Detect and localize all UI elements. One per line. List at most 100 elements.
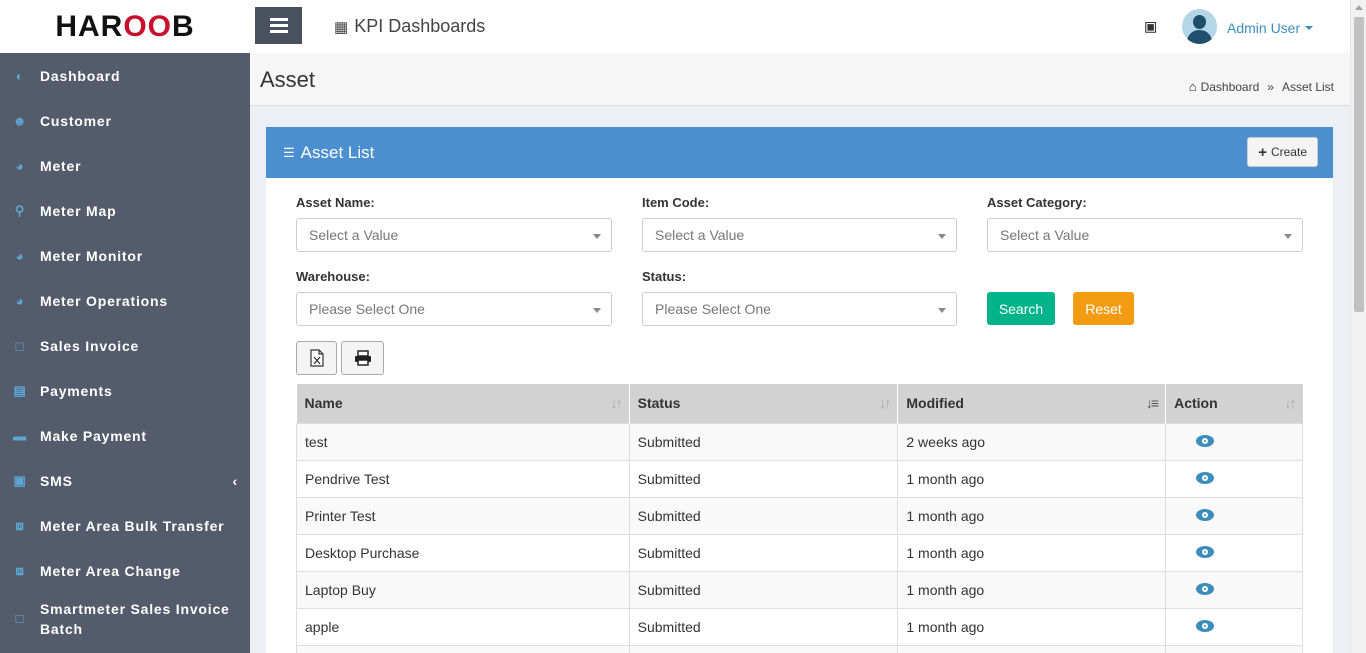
asset-name-placeholder: Select a Value	[309, 227, 399, 243]
cell-name: test	[296, 422, 630, 461]
column-header-status[interactable]: Status ↓↑	[629, 384, 899, 423]
dropdown-arrow-icon	[938, 234, 946, 239]
sidebar-item-label: Payments	[40, 382, 113, 399]
avatar[interactable]	[1182, 9, 1217, 44]
asset-category-select[interactable]: Select a Value	[987, 218, 1303, 252]
cell-status: Submitted	[628, 533, 899, 572]
gauge-icon: ◕	[15, 158, 25, 173]
sidebar-item-meter-area-bulk-transfer[interactable]: ⧈ Meter Area Bulk Transfer	[0, 503, 250, 548]
table-row: Laptop Buy Submitted 1 month ago	[296, 570, 1303, 609]
reset-button[interactable]: Reset	[1073, 292, 1134, 325]
page-scrollbar[interactable]	[1350, 0, 1366, 653]
table-row: Printer Test Submitted 1 month ago	[296, 496, 1303, 535]
sidebar-item-label: Make Payment	[40, 427, 147, 444]
scroll-up-arrow-icon[interactable]	[1355, 5, 1363, 10]
cell-status: Submitted	[628, 422, 899, 461]
sidebar-item-customer[interactable]: ☻ Customer	[0, 98, 250, 143]
excel-icon	[309, 349, 324, 367]
sort-icon: ↓↑	[1284, 395, 1297, 411]
user-name-label: Admin User	[1227, 20, 1301, 36]
asset-name-label: Asset Name:	[296, 195, 375, 210]
view-eye-icon[interactable]	[1196, 434, 1215, 447]
warehouse-select[interactable]: Please Select One	[296, 292, 612, 326]
cell-action	[1165, 422, 1303, 461]
search-button[interactable]: Search	[987, 292, 1055, 325]
sidebar-item-sales-invoice[interactable]: □ Sales Invoice	[0, 323, 250, 368]
sms-icon: ▣	[13, 472, 27, 488]
table-row: apple Submitted 1 month ago	[296, 607, 1303, 646]
warehouse-label: Warehouse:	[296, 269, 370, 284]
sidebar-item-payments[interactable]: ▤ Payments	[0, 368, 250, 413]
cell-action	[1165, 607, 1303, 646]
sidebar: ◐ Dashboard ☻ Customer ◕ Meter ⚲ Meter Map ◕…	[0, 53, 250, 653]
app-title[interactable]: ▦ KPI Dashboards	[334, 16, 485, 37]
cell-action	[1165, 644, 1303, 653]
sidebar-item-label: Meter Monitor	[40, 247, 143, 264]
item-code-label: Item Code:	[642, 195, 710, 210]
sidebar-item-make-payment[interactable]: ▬ Make Payment	[0, 413, 250, 458]
sidebar-item-label: Meter Operations	[40, 292, 168, 309]
sidebar-item-label: Meter Map	[40, 202, 117, 219]
user-icon: ☻	[12, 113, 28, 128]
cell-status: Submitted	[628, 607, 899, 646]
page-title: Asset	[260, 67, 316, 92]
sidebar-item-label: Meter	[40, 157, 82, 174]
export-excel-button[interactable]	[296, 341, 337, 375]
tag-icon[interactable]: ◈	[1135, 12, 1164, 41]
status-select[interactable]: Please Select One	[642, 292, 957, 326]
credit-card-icon: ▬	[13, 428, 27, 443]
asset-list-box: ☰ Asset List + Create Asset Name: Select…	[266, 127, 1333, 653]
column-header-label: Action	[1174, 395, 1218, 412]
item-code-select[interactable]: Select a Value	[642, 218, 957, 252]
view-eye-icon[interactable]	[1196, 582, 1215, 595]
box-header: ☰ Asset List + Create	[266, 127, 1333, 178]
cell-action	[1165, 533, 1303, 572]
sort-desc-icon: ↓≡	[1145, 395, 1159, 411]
view-eye-icon[interactable]	[1196, 545, 1215, 558]
view-eye-icon[interactable]	[1196, 508, 1215, 521]
sidebar-item-meter-map[interactable]: ⚲ Meter Map	[0, 188, 250, 233]
list-icon: ☰	[283, 145, 295, 160]
sidebar-item-meter-area-change[interactable]: ⧈ Meter Area Change	[0, 548, 250, 593]
column-header-label: Status	[637, 395, 681, 412]
print-icon	[354, 350, 371, 366]
sidebar-item-meter[interactable]: ◕ Meter	[0, 143, 250, 188]
column-header-modified[interactable]: Modified ↓≡	[897, 384, 1167, 423]
chevron-left-icon: ‹	[232, 472, 238, 489]
sidebar-item-meter-monitor[interactable]: ◕ Meter Monitor	[0, 233, 250, 278]
sidebar-item-dashboard[interactable]: ◐ Dashboard	[0, 53, 250, 98]
asset-name-select[interactable]: Select a Value	[296, 218, 612, 252]
sidebar-item-meter-operations[interactable]: ◕ Meter Operations	[0, 278, 250, 323]
breadcrumb-dashboard-link[interactable]: Dashboard	[1201, 80, 1260, 94]
file-icon: □	[15, 611, 25, 626]
dropdown-arrow-icon	[938, 308, 946, 313]
dropdown-arrow-icon	[1284, 234, 1292, 239]
transfer-icon: ⧈	[15, 517, 25, 533]
breadcrumb: ⌂ Dashboard » Asset List	[1189, 79, 1334, 94]
book-icon: ▦	[334, 18, 349, 36]
table-row	[296, 644, 1303, 653]
scroll-thumb[interactable]	[1354, 17, 1364, 312]
user-menu[interactable]: Admin User	[1227, 20, 1314, 36]
plus-icon: +	[1258, 143, 1267, 161]
column-header-name[interactable]: Name ↓↑	[296, 384, 630, 423]
sidebar-toggle-button[interactable]	[255, 7, 302, 44]
brand-logo[interactable]: HAROOB	[0, 0, 250, 53]
logo-text: HAROOB	[55, 9, 195, 43]
cell-modified: 2 weeks ago	[897, 422, 1167, 461]
transfer-icon: ⧈	[15, 562, 25, 578]
pie-chart-icon: ◐	[15, 68, 25, 83]
status-placeholder: Please Select One	[655, 301, 771, 317]
asset-category-label: Asset Category:	[987, 195, 1087, 210]
column-header-action[interactable]: Action ↓↑	[1165, 384, 1303, 423]
sidebar-item-label: Sales Invoice	[40, 337, 140, 354]
cell-name: Printer Test	[296, 496, 630, 535]
gauge-icon: ◕	[15, 293, 25, 308]
view-eye-icon[interactable]	[1196, 471, 1215, 484]
sidebar-item-smartmeter-sales-invoice-batch[interactable]: □ Smartmeter Sales Invoice Batch	[0, 593, 250, 643]
sidebar-item-sms[interactable]: ▣ SMS ‹	[0, 458, 250, 503]
cell-modified: 1 month ago	[897, 607, 1167, 646]
view-eye-icon[interactable]	[1196, 619, 1215, 632]
create-button[interactable]: + Create	[1247, 137, 1318, 167]
print-button[interactable]	[341, 341, 384, 375]
